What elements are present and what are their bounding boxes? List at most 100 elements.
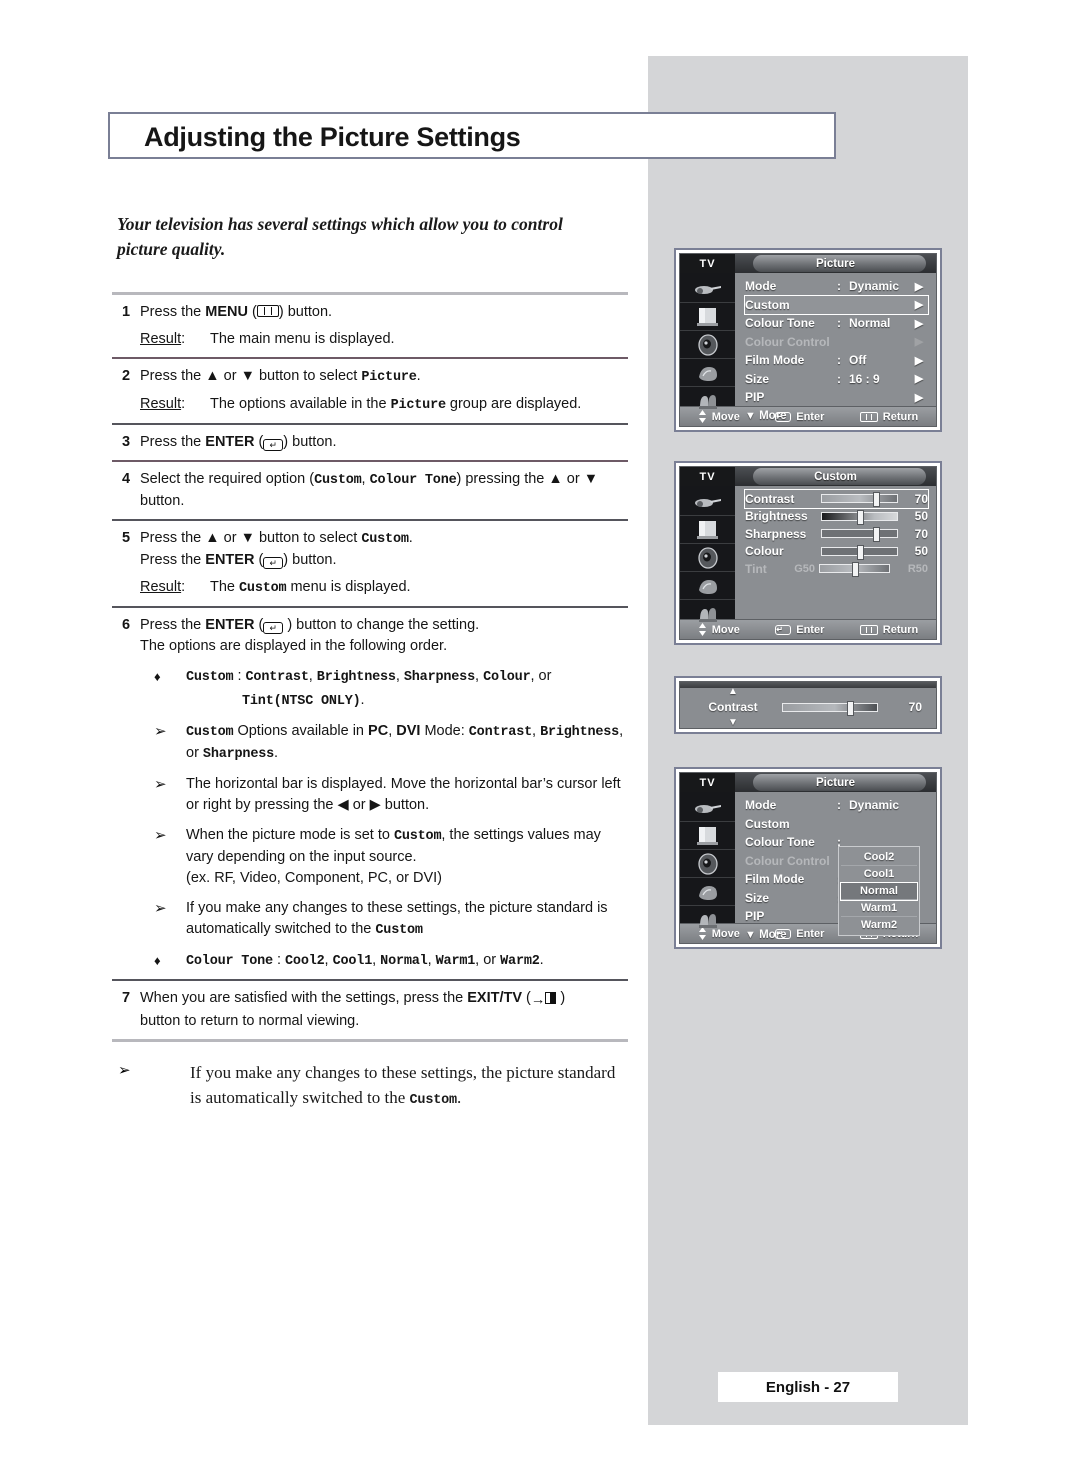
enter-key-icon: ↵	[775, 928, 792, 939]
menu-name: Custom	[361, 532, 409, 547]
popup-row: ▲ Contrast ▼ 70	[680, 686, 936, 728]
text-fragment: Press the	[140, 434, 206, 450]
colour-tone-dropdown[interactable]: Cool2 Cool1 Normal Warm1 Warm2	[838, 846, 920, 936]
slider-row-colour[interactable]: Colour 50	[745, 543, 928, 561]
osd-row-mode[interactable]: Mode : Dynamic ▶	[745, 277, 928, 296]
slider-row-tint: Tint G50 R50	[745, 560, 928, 578]
tv-set-icon[interactable]	[680, 303, 735, 331]
row-value: Normal	[849, 316, 891, 331]
chevron-right-icon: ▶	[914, 280, 924, 293]
osd-row-more[interactable]: ▼ More	[745, 407, 928, 426]
slider-row-brightness[interactable]: Brightness 50	[745, 508, 928, 526]
result-label: Result:	[140, 394, 210, 416]
row-colon: :	[837, 798, 841, 813]
option-name: Sharpness	[403, 670, 475, 685]
osd-row-film-mode[interactable]: Film Mode : Off ▶	[745, 351, 928, 370]
slider-label: Contrast	[745, 491, 795, 506]
row-label: Size	[745, 890, 770, 905]
text-fragment: .	[456, 1088, 462, 1107]
slider-suffix: R50	[907, 562, 928, 575]
step-3: 3 Press the ENTER (↵) button.	[112, 425, 628, 460]
osd-row-custom[interactable]: Custom ▶	[744, 294, 929, 315]
osd-row-custom[interactable]: Custom	[745, 815, 928, 834]
speaker-icon[interactable]	[680, 331, 735, 359]
step-line: Press the ▲ or ▼ button to select Pictur…	[140, 366, 628, 388]
option-name: Cool2	[285, 954, 325, 969]
text-fragment: Options available in	[233, 723, 369, 739]
exit-tv-key-icon: →	[531, 990, 557, 1011]
fingers-icon[interactable]	[680, 387, 735, 414]
comma: ,	[308, 668, 317, 684]
osd-row-size[interactable]: Size : 16 : 9 ▶	[745, 370, 928, 389]
antenna-icon[interactable]	[680, 794, 735, 822]
osd-header: TV Picture	[680, 773, 936, 792]
page-title-box: Adjusting the Picture Settings	[108, 112, 836, 159]
option-name: Sharpness	[202, 747, 275, 762]
dropdown-item-cool1[interactable]: Cool1	[841, 866, 917, 883]
slider-track[interactable]	[821, 492, 898, 508]
slider-track[interactable]	[821, 544, 898, 560]
osd-row-mode[interactable]: Mode : Dynamic	[745, 796, 928, 815]
step-number: 3	[121, 434, 131, 450]
slider-label: Tint	[745, 561, 767, 576]
chevron-right-icon: ▶	[914, 391, 924, 404]
osd-contrast-popup: ▲ Contrast ▼ 70	[674, 676, 942, 734]
slider-label: Brightness	[745, 509, 808, 524]
osd-title: Custom	[814, 470, 857, 483]
tv-set-icon[interactable]	[680, 822, 735, 850]
menu-name: Custom	[239, 581, 287, 596]
osd-header: TV Picture	[680, 254, 936, 273]
antenna-icon[interactable]	[680, 488, 735, 516]
bullet-horizontal-bar: ➢ The horizontal bar is displayed. Move …	[140, 774, 628, 816]
dropdown-item-normal[interactable]: Normal	[840, 882, 918, 901]
result-word: Result	[140, 396, 182, 412]
arrow-bullet-icon: ➢	[154, 827, 167, 844]
text-fragment: Press the	[140, 617, 206, 633]
step-body: Press the ENTER (↵) button.	[140, 432, 628, 453]
osd-enter-hint: ↵ Enter	[775, 624, 824, 636]
up-arrow-icon[interactable]: ▲	[728, 686, 738, 697]
slider-row-sharpness[interactable]: Sharpness 70	[745, 525, 928, 543]
option-name: Normal	[380, 954, 428, 969]
text-fragment: When the picture mode is set to	[186, 827, 394, 843]
text-fragment: The	[210, 579, 240, 595]
slider-track[interactable]	[782, 700, 878, 716]
step-line: Press the ENTER (↵ ) button to change th…	[140, 615, 628, 636]
osd-body: Contrast 70 Brightness 50 Sharpness 70 C…	[680, 486, 936, 622]
menu-name: Custom	[409, 1093, 458, 1108]
fingers-icon[interactable]	[680, 906, 735, 933]
slider-track[interactable]	[821, 527, 898, 543]
page-footer: English - 27	[718, 1372, 898, 1402]
step-line: When you are satisfied with the settings…	[140, 988, 628, 1011]
row-label: Colour Tone	[745, 835, 815, 850]
osd-tv-label: TV	[680, 254, 735, 273]
fingers-icon[interactable]	[680, 600, 735, 627]
dropdown-item-warm2[interactable]: Warm2	[841, 917, 917, 933]
slider-row-contrast[interactable]: Contrast 70	[744, 489, 929, 509]
tv-set-icon[interactable]	[680, 516, 735, 544]
speaker-icon[interactable]	[680, 850, 735, 878]
text-fragment: .	[416, 368, 421, 384]
osd-row-colour-tone[interactable]: Colour Tone : Normal ▶	[745, 314, 928, 333]
comma: ,	[395, 668, 404, 684]
osd-icon-column	[680, 486, 735, 622]
hand-icon[interactable]	[680, 572, 735, 600]
osd-row-pip[interactable]: PIP ▶	[745, 388, 928, 407]
intro-paragraph: Your television has several settings whi…	[117, 214, 563, 259]
hand-icon[interactable]	[680, 878, 735, 906]
slider-track[interactable]	[821, 509, 898, 525]
osd-topbar	[680, 682, 936, 688]
dropdown-item-cool2[interactable]: Cool2	[841, 849, 917, 866]
step-body: Select the required option (Custom, Colo…	[140, 469, 628, 512]
hand-icon[interactable]	[680, 359, 735, 387]
slider-value: 70	[914, 526, 928, 541]
slider-value: 50	[914, 509, 928, 524]
antenna-icon[interactable]	[680, 275, 735, 303]
speaker-icon[interactable]	[680, 544, 735, 572]
dropdown-item-warm1[interactable]: Warm1	[841, 900, 917, 917]
down-arrow-icon[interactable]: ▼	[728, 717, 738, 728]
row-label: PIP	[745, 390, 765, 405]
step-line: Press the ENTER (↵) button.	[140, 550, 628, 571]
osd-slider-list: Contrast 70 Brightness 50 Sharpness 70 C…	[735, 486, 936, 619]
result-word: Result	[140, 331, 182, 347]
